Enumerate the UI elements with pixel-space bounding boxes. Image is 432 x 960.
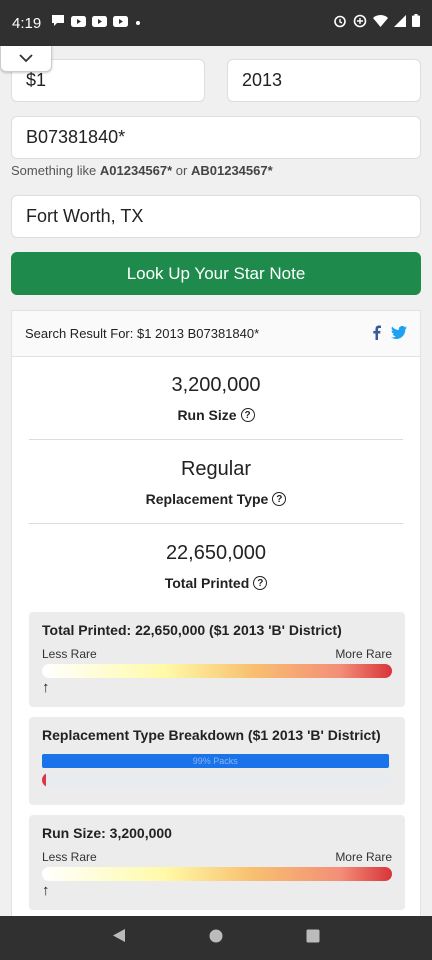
youtube-icon [71, 14, 87, 32]
replacement-type-value: Regular [180, 458, 252, 480]
hint-example-1: A01234567* [99, 163, 173, 178]
location-value: Fort Worth, TX [26, 206, 144, 226]
run-size-panel-title: Run Size: 3,200,000 [42, 825, 172, 841]
chat-bubble-icon [51, 14, 65, 32]
packs-bar: 99% Packs [42, 754, 389, 768]
more-rare-label: More Rare [335, 647, 392, 661]
rarity-gradient-bar [42, 664, 392, 678]
collapse-toggle-button[interactable] [0, 46, 52, 72]
year-value: 2013 [242, 70, 283, 90]
youtube-icon [92, 14, 108, 32]
replacement-type-label: Replacement Type ? [12, 491, 420, 507]
navigation-bar [0, 916, 432, 960]
packs-bar-label: 99% Packs [192, 756, 238, 766]
wifi-icon [373, 14, 388, 32]
hint-prefix: Something like [11, 163, 100, 178]
recents-icon[interactable] [306, 929, 320, 948]
total-printed-rarity-panel: Total Printed: 22,650,000 ($1 2013 'B' D… [29, 612, 405, 707]
run-size-stat: 3,200,000 Run Size ? [12, 357, 420, 423]
result-title: Search Result For: $1 2013 B07381840* [25, 326, 260, 341]
lookup-button[interactable]: Look Up Your Star Note [11, 252, 421, 295]
chevron-down-icon [19, 50, 33, 68]
run-size-label-text: Run Size [177, 407, 237, 423]
other-bar-fill [42, 773, 46, 787]
run-size-label: Run Size ? [12, 407, 420, 423]
replacement-type-stat: Regular Replacement Type ? [12, 440, 420, 507]
other-bar-track [42, 773, 392, 787]
twitter-icon[interactable] [391, 325, 407, 342]
replacement-breakdown-panel: Replacement Type Breakdown ($1 2013 'B' … [29, 717, 405, 805]
status-bar: 4:19 [0, 0, 432, 46]
serial-value: B07381840* [26, 127, 126, 147]
help-icon[interactable]: ? [240, 408, 255, 422]
total-printed-stat: 22,650,000 Total Printed ? [12, 524, 420, 591]
rarity-marker-arrow-icon: ↑ [42, 679, 50, 696]
hint-example-2: AB01234567* [190, 163, 273, 178]
help-icon[interactable]: ? [253, 576, 268, 590]
total-printed-value: 22,650,000 [165, 542, 267, 564]
less-rare-label: Less Rare [42, 647, 97, 661]
rarity-scale-labels: Less Rare More Rare [42, 647, 392, 661]
location-field[interactable]: Fort Worth, TX [11, 195, 421, 238]
page-content: $1 2013 B07381840* Something like A01234… [0, 46, 432, 916]
total-printed-label-text: Total Printed [164, 575, 250, 591]
more-rare-label: More Rare [335, 850, 392, 864]
notification-icons [51, 14, 142, 32]
battery-icon [412, 14, 420, 32]
run-size-value: 3,200,000 [171, 374, 261, 396]
rarity-marker-arrow-icon: ↑ [42, 882, 50, 899]
total-printed-label: Total Printed ? [12, 575, 420, 591]
denomination-value: $1 [26, 70, 47, 90]
youtube-icon [113, 14, 129, 32]
result-card: Search Result For: $1 2013 B07381840* 3,… [11, 310, 421, 916]
run-size-rarity-panel: Run Size: 3,200,000 Less Rare More Rare … [29, 815, 405, 910]
facebook-icon[interactable] [372, 325, 381, 343]
less-rare-label: Less Rare [42, 850, 97, 864]
status-time: 4:19 [12, 14, 42, 32]
alarm-icon [333, 14, 347, 33]
serial-number-field[interactable]: B07381840* [11, 116, 421, 159]
result-header: Search Result For: $1 2013 B07381840* [12, 311, 420, 357]
home-icon[interactable] [209, 929, 223, 948]
rarity-scale-labels: Less Rare More Rare [42, 850, 392, 864]
help-icon[interactable]: ? [272, 492, 287, 506]
signal-icon [394, 14, 406, 32]
total-printed-panel-title: Total Printed: 22,650,000 ($1 2013 'B' D… [42, 622, 342, 638]
dot-icon [134, 14, 142, 32]
rarity-gradient-bar [42, 867, 392, 881]
back-icon[interactable] [112, 928, 126, 948]
replacement-type-label-text: Replacement Type [145, 491, 269, 507]
year-field[interactable]: 2013 [227, 59, 421, 102]
share-links [372, 325, 407, 343]
replacement-breakdown-title: Replacement Type Breakdown ($1 2013 'B' … [42, 727, 381, 743]
serial-hint: Something like A01234567* or AB01234567* [11, 163, 273, 178]
system-icons [333, 14, 420, 33]
hint-or: or [172, 163, 191, 178]
data-saver-icon [353, 14, 367, 33]
